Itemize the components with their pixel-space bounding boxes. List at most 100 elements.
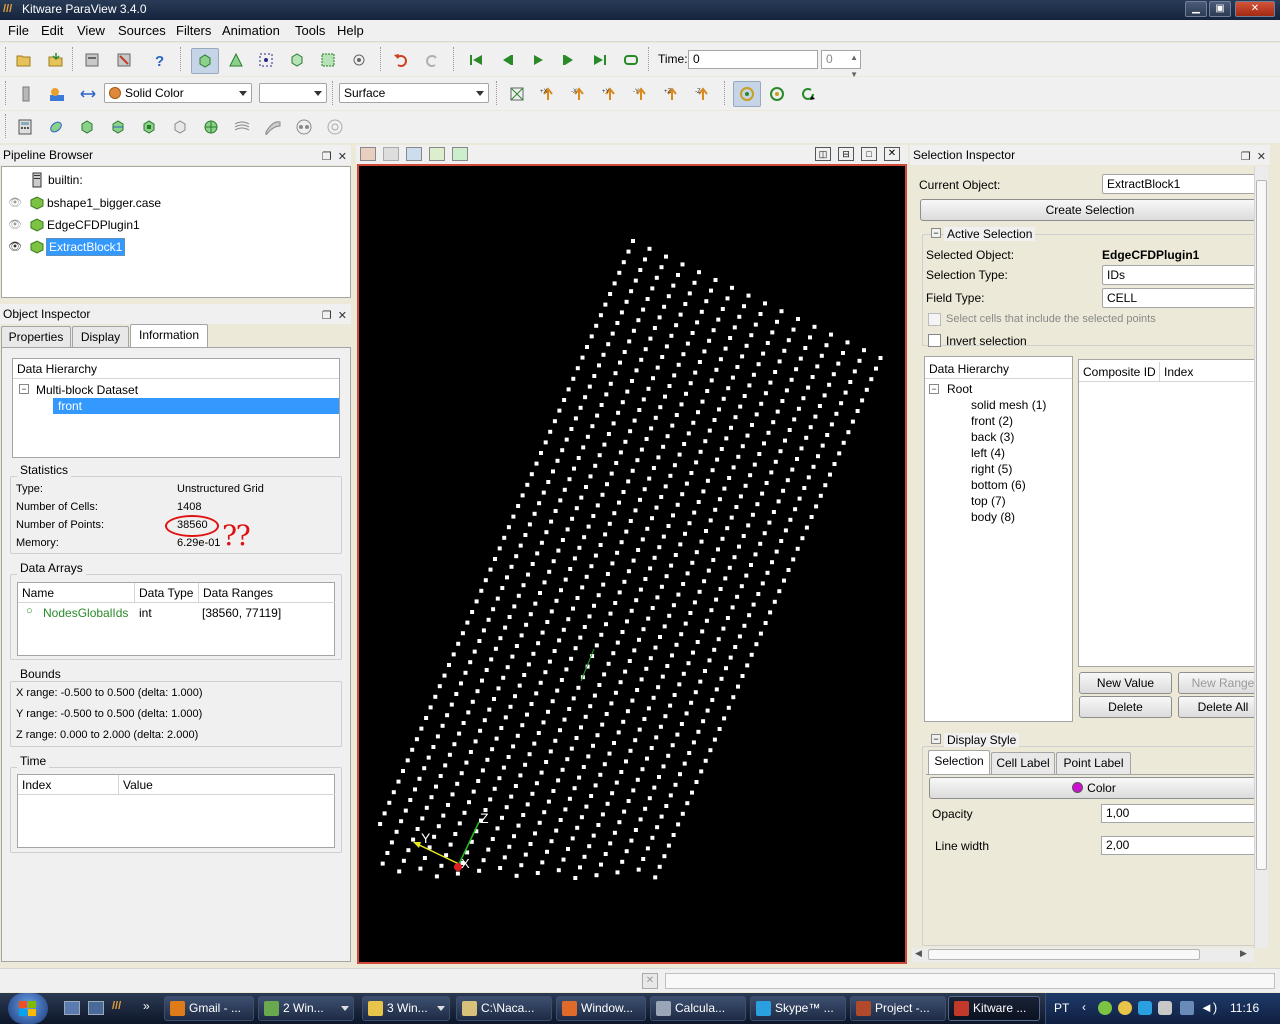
- component-combo[interactable]: [259, 83, 327, 103]
- color-button[interactable]: Color: [929, 777, 1254, 799]
- reset-camera-button[interactable]: [505, 82, 527, 104]
- save-data-button[interactable]: [44, 48, 66, 70]
- tab-information[interactable]: Information: [130, 324, 208, 348]
- visibility-eye-icon[interactable]: 👁: [8, 196, 22, 209]
- view-minus-x-button[interactable]: -X: [567, 82, 589, 104]
- hierarchy-child-selected[interactable]: front: [53, 398, 339, 414]
- taskbar-button[interactable]: 3 Win...: [362, 996, 450, 1021]
- play-button[interactable]: [526, 48, 548, 70]
- col-header-index[interactable]: Index: [1160, 362, 1254, 382]
- col-header-value[interactable]: Value: [119, 775, 335, 795]
- toggle-color-legend-button[interactable]: [14, 82, 36, 104]
- tray-skype-icon[interactable]: [1138, 1001, 1152, 1015]
- tab-display[interactable]: Display: [72, 326, 129, 348]
- tray-expand-icon[interactable]: ‹: [1082, 1000, 1086, 1014]
- float-icon[interactable]: ❐: [1241, 151, 1251, 163]
- color-by-combo[interactable]: Solid Color: [104, 83, 252, 103]
- menu-file[interactable]: File: [8, 23, 29, 38]
- col-header-data-type[interactable]: Data Type: [135, 583, 198, 603]
- quicklaunch-more-icon[interactable]: »: [143, 999, 150, 1013]
- close-icon[interactable]: ✕: [1257, 151, 1266, 163]
- paraview-quicklaunch-icon[interactable]: ///: [112, 1000, 128, 1016]
- language-indicator[interactable]: PT: [1054, 1001, 1069, 1015]
- threshold-filter-button[interactable]: [137, 115, 159, 137]
- col-header-composite-id[interactable]: Composite ID: [1079, 362, 1159, 382]
- menu-edit[interactable]: Edit: [41, 23, 63, 38]
- tab-point-label[interactable]: Point Label: [1056, 752, 1131, 774]
- warp-filter-button[interactable]: [261, 115, 283, 137]
- tray-app-icon[interactable]: [1118, 1001, 1132, 1015]
- tray-device-icon[interactable]: [1158, 1001, 1172, 1015]
- current-object-combo[interactable]: ExtractBlock1: [1102, 174, 1254, 194]
- taskbar-button[interactable]: Kitware ...: [948, 996, 1040, 1021]
- switch-windows-icon[interactable]: [88, 1001, 104, 1015]
- pick-center-button[interactable]: [796, 82, 818, 104]
- float-icon[interactable]: ❐: [322, 151, 332, 163]
- render-view[interactable]: Y Z X: [357, 164, 907, 964]
- render-view-icon[interactable]: [452, 147, 468, 161]
- tab-properties[interactable]: Properties: [1, 326, 71, 348]
- help-button[interactable]: ?: [148, 48, 170, 70]
- delete-button[interactable]: Delete: [1079, 696, 1172, 718]
- maximize-view-icon[interactable]: □: [861, 147, 877, 161]
- menu-tools[interactable]: Tools: [295, 23, 325, 38]
- stream-tracer-filter-button[interactable]: [230, 115, 252, 137]
- hierarchy-root[interactable]: Multi-block Dataset: [36, 383, 138, 397]
- disconnect-button[interactable]: [112, 48, 134, 70]
- time-index-spinbox[interactable]: 0 ▲ ▼: [821, 50, 861, 79]
- tab-selection[interactable]: Selection: [928, 750, 990, 774]
- taskbar-button[interactable]: Calcula...: [650, 996, 746, 1021]
- split-vertical-icon[interactable]: ⊟: [838, 147, 854, 161]
- scroll-right-icon[interactable]: ▶: [1240, 948, 1247, 959]
- calculator-filter-button[interactable]: [13, 115, 35, 137]
- contour-filter-button[interactable]: [44, 115, 66, 137]
- taskbar-button[interactable]: Skype™ ...: [750, 996, 846, 1021]
- pipeline-item-edgecfdplugin1[interactable]: 👁 EdgeCFDPlugin1: [6, 217, 346, 235]
- menu-animation[interactable]: Animation: [222, 23, 280, 38]
- abort-icon[interactable]: ✕: [642, 973, 658, 989]
- tree-item[interactable]: back (3): [971, 430, 1014, 444]
- start-button[interactable]: [8, 993, 48, 1024]
- tree-item[interactable]: bottom (6): [971, 478, 1026, 492]
- pipeline-item-bshape1[interactable]: 👁 bshape1_bigger.case: [6, 195, 346, 213]
- group-filter-button[interactable]: [292, 115, 314, 137]
- tree-root[interactable]: Root: [947, 382, 972, 396]
- representation-combo[interactable]: Surface: [339, 83, 489, 103]
- tab-cell-label[interactable]: Cell Label: [991, 752, 1055, 774]
- close-icon[interactable]: ✕: [338, 310, 347, 322]
- menu-sources[interactable]: Sources: [118, 23, 166, 38]
- menu-filters[interactable]: Filters: [176, 23, 211, 38]
- table-row[interactable]: ○ NodesGlobalIds int [38560, 77119]: [18, 605, 334, 623]
- menu-view[interactable]: View: [77, 23, 105, 38]
- volume-icon[interactable]: ◄): [1200, 1000, 1217, 1015]
- extract-level-filter-button[interactable]: [323, 115, 345, 137]
- delete-all-button[interactable]: Delete All: [1178, 696, 1254, 718]
- chart-view-icon[interactable]: [429, 147, 445, 161]
- close-view-icon[interactable]: ✕: [884, 147, 900, 161]
- tree-item[interactable]: top (7): [971, 494, 1006, 508]
- tray-app-icon[interactable]: [1098, 1001, 1112, 1015]
- field-type-combo[interactable]: CELL: [1102, 288, 1254, 308]
- view-minus-z-button[interactable]: -Z: [691, 82, 713, 104]
- last-frame-button[interactable]: [588, 48, 610, 70]
- close-icon[interactable]: ✕: [338, 151, 347, 163]
- tree-item[interactable]: left (4): [971, 446, 1005, 460]
- minimize-button[interactable]: ▁: [1185, 1, 1207, 17]
- clear-selection-button[interactable]: [347, 48, 369, 70]
- horizontal-scrollbar[interactable]: ◀ ▶: [912, 948, 1254, 962]
- network-icon[interactable]: [1180, 1001, 1194, 1015]
- select-points-on-button[interactable]: [254, 48, 276, 70]
- float-icon[interactable]: ❐: [322, 310, 332, 322]
- interact-button[interactable]: [191, 48, 219, 74]
- spreadsheet-view-icon[interactable]: [406, 147, 422, 161]
- visibility-eye-icon[interactable]: 👁: [8, 218, 22, 231]
- view-minus-y-button[interactable]: -Y: [629, 82, 651, 104]
- clock[interactable]: 11:16: [1230, 1001, 1259, 1015]
- undo-button[interactable]: [389, 48, 411, 70]
- selection-type-combo[interactable]: IDs: [1102, 265, 1254, 285]
- maximize-button[interactable]: ▣: [1209, 1, 1231, 17]
- close-button[interactable]: ✕: [1235, 1, 1275, 17]
- visibility-eye-icon[interactable]: 👁: [8, 240, 22, 253]
- menu-help[interactable]: Help: [337, 23, 364, 38]
- tree-item[interactable]: solid mesh (1): [971, 398, 1046, 412]
